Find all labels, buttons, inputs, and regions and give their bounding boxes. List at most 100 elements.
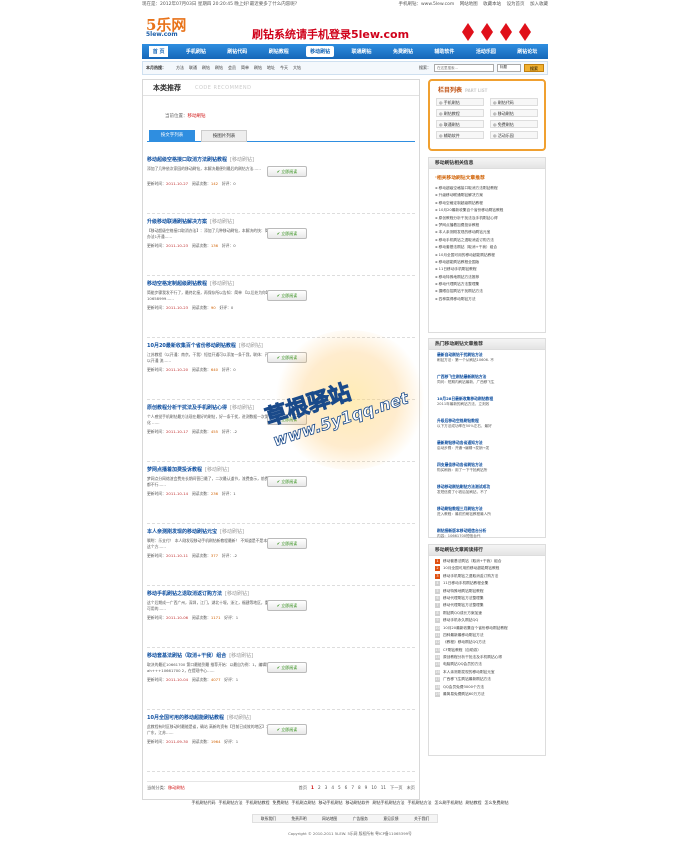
read-now-button[interactable]: ✔ 立即阅读 <box>267 662 307 673</box>
search-type-select[interactable]: 标题 <box>497 64 521 72</box>
nav-item[interactable]: 刷钻论坛 <box>513 46 541 57</box>
top-link[interactable]: 手机刷钻：www.5lew.com <box>399 2 455 7</box>
hot-keyword-link[interactable]: 刷钻 <box>254 65 262 70</box>
rank-item[interactable]: 3 移动手机刷钻之退取消返订购方法 <box>435 573 539 580</box>
read-now-button[interactable]: ✔ 立即阅读 <box>267 290 307 301</box>
read-now-button[interactable]: ✔ 立即阅读 <box>267 414 307 425</box>
nav-item[interactable]: 联通刷钻 <box>348 46 376 57</box>
rank-item[interactable]: 7 移动代理刷钻方法整理集 <box>435 602 539 609</box>
article-title-link[interactable]: 梦网点播着加费投诉教程 [移动刷钻] <box>147 466 415 473</box>
hot-keyword-link[interactable]: 大钻 <box>293 65 301 70</box>
rank-link[interactable]: 移动代理刷钻方法整理集 <box>443 596 484 600</box>
read-now-button[interactable]: ✔ 立即阅读 <box>267 538 307 549</box>
read-now-button[interactable]: ✔ 立即阅读 <box>267 600 307 611</box>
page-link[interactable]: 6 <box>345 785 348 791</box>
hot-keyword-link[interactable]: 刷钻 <box>215 65 223 70</box>
article-title-link[interactable]: 升级移动联通刷钻解决方案 [移动刷钻] <box>147 218 415 225</box>
hot-item[interactable]: 最新刷钻移动各省通知方法 启动步骤：开通→编辑→发销→发 <box>429 438 545 460</box>
nav-item[interactable]: 免费刷钻 <box>389 46 417 57</box>
read-now-button[interactable]: ✔ 立即阅读 <box>267 476 307 487</box>
nav-item[interactable]: 手机刷钻 <box>182 46 210 57</box>
hot-keyword-link[interactable]: 今天 <box>280 65 288 70</box>
article-title[interactable]: 原创教程分析干扰法及手机刷钻心得 <box>147 405 227 411</box>
page-link[interactable]: 5 <box>338 785 341 791</box>
nav-item[interactable]: 辅助软件 <box>430 46 458 57</box>
rank-link[interactable]: 10月20最新收集百个省份移动刷钻教程 <box>443 626 508 630</box>
article-title[interactable]: 升级移动联通刷钻解决方案 <box>147 219 207 225</box>
rank-link[interactable]: QQ会员免费3000个方法 <box>443 685 484 689</box>
top-link[interactable]: 收藏本站 <box>483 2 501 7</box>
rank-item[interactable]: 11 四种最新最移动刷钻方法 <box>435 632 539 639</box>
rank-item[interactable]: 6 移动代理刷钻方法整理集 <box>435 595 539 602</box>
article-title[interactable]: 梦网点播着加费投诉教程 <box>147 467 202 473</box>
page-link[interactable]: 1 <box>311 785 314 791</box>
rank-link[interactable]: 移动手机刷钻之退取消返订购方法 <box>443 574 498 578</box>
page-link[interactable]: 3 <box>325 785 328 791</box>
rank-link[interactable]: 电脑刷钻QQ会员的方法 <box>443 662 482 666</box>
rank-item[interactable]: 18 QQ会员免费3000个方法 <box>435 684 539 691</box>
related-link[interactable]: 11日移动手机刷钻教程 <box>435 266 539 273</box>
footer-keyword-link[interactable]: 怎么免费刷钻 <box>485 800 509 805</box>
rank-link[interactable]: 刷钻刷QQ成长方案加速 <box>443 611 482 615</box>
page-link[interactable]: 7 <box>351 785 354 791</box>
search-button[interactable]: 搜索 <box>524 64 544 72</box>
related-link[interactable]: 移动套基法刷钻（取消+干我）组合 <box>435 244 539 251</box>
related-link[interactable]: 移动代理刷钻方法整理集 <box>435 281 539 288</box>
article-title[interactable]: 本人亲测刚发现的移动刷钻元宝 <box>147 529 217 535</box>
rank-link[interactable]: CF刷钻教程（自助游） <box>443 648 481 652</box>
article-title[interactable]: 移动手机刷钻之退取消返订购方法 <box>147 591 222 597</box>
article-title-link[interactable]: 10月20最新收集百个省份移动刷钻教程 [移动刷钻] <box>147 342 415 349</box>
search-input[interactable] <box>434 64 494 72</box>
rank-item[interactable]: 13 CF刷钻教程（自助游） <box>435 647 539 654</box>
related-link[interactable]: 移动特殊地刷钻方法推荐 <box>435 274 539 281</box>
rank-item[interactable]: 5 移动特殊地刷钻刷钻教程 <box>435 588 539 595</box>
read-now-button[interactable]: ✔ 立即阅读 <box>267 228 307 239</box>
related-link[interactable]: 10月20最新收集百个省份移动刷钻教程 <box>435 207 539 214</box>
page-link[interactable]: 末页 <box>407 785 415 791</box>
category-link[interactable]: ◎ 辅助软件 <box>436 131 484 139</box>
hot-item[interactable]: 广西移飞生刷钻最新刷钻方法 同问：短期内刷钻最新，广西移飞生 <box>429 372 545 394</box>
rank-link[interactable]: 原创教程分析干扰法及手机刷钻心得 <box>443 655 502 659</box>
footer-link[interactable]: 网站地图 <box>322 816 337 822</box>
article-title-link[interactable]: 移动空格定制超级刷钻教程 [移动刷钻] <box>147 280 415 287</box>
related-link[interactable]: 10月全国可用的移动超能刷钻教程 <box>435 252 539 259</box>
footer-keyword-link[interactable]: 手机刷钻代码 <box>192 800 216 805</box>
related-link[interactable]: 四种赢得移动刷钻方法 <box>435 296 539 303</box>
article-title-link[interactable]: 原创教程分析干扰法及手机刷钻心得 [移动刷钻] <box>147 404 415 411</box>
footer-keyword-link[interactable]: 手机刷钻方法 <box>219 800 243 805</box>
read-now-button[interactable]: ✔ 立即阅读 <box>267 724 307 735</box>
tab-text-list[interactable]: 按文字列表 <box>149 130 195 142</box>
category-link[interactable]: ◎ 刷钻代码 <box>490 98 538 106</box>
page-link[interactable]: 首页 <box>299 785 307 791</box>
rank-link[interactable]: 广西移飞生刷钻最新刷钻方法 <box>443 677 491 681</box>
article-title-link[interactable]: 移动套基法刷钻（取消+干我）组合 [移动刷钻] <box>147 652 415 659</box>
hot-item[interactable]: 四支最佳移动各省刷钻方法 购买刷我：用了一下干扰刷钻所 <box>429 460 545 482</box>
footer-keyword-link[interactable]: 怎么刷手机刷钻 <box>435 800 463 805</box>
rank-link[interactable]: 11日移动手机刷钻教程全集 <box>443 581 488 585</box>
page-link[interactable]: 11 <box>381 785 386 791</box>
rank-item[interactable]: 8 刷钻刷QQ成长方案加速 <box>435 610 539 617</box>
article-title-link[interactable]: 移动手机刷钻之退取消返订购方法 [移动刷钻] <box>147 590 415 597</box>
page-link[interactable]: 10 <box>371 785 376 791</box>
rank-link[interactable]: 移动手机永久刷钻QQ <box>443 618 478 622</box>
page-link[interactable]: 2 <box>318 785 321 791</box>
hot-item[interactable]: 移动移动刷钻刷钻方法测试成功 发短信费了小钱后加刷钻，不了 <box>429 482 545 504</box>
rank-item[interactable]: 19 最简易免费刷钻60万方法 <box>435 691 539 698</box>
hot-keyword-link[interactable]: 方法 <box>176 65 184 70</box>
rank-link[interactable]: 本人亲测刚发现的移动刷钻元宝 <box>443 670 495 674</box>
category-link[interactable]: ◎ 移动刷钻 <box>490 109 538 117</box>
page-link[interactable]: 9 <box>365 785 368 791</box>
rank-item[interactable]: 17 广西移飞生刷钻最新刷钻方法 <box>435 676 539 683</box>
footer-link[interactable]: 关于我们 <box>414 816 429 822</box>
footer-keyword-link[interactable]: 手机刷点刷钻 <box>292 800 316 805</box>
category-link[interactable]: ◎ 活动乐园 <box>490 131 538 139</box>
nav-item[interactable]: 首 页 <box>148 46 169 57</box>
nav-item[interactable]: 刷钻代码 <box>223 46 251 57</box>
related-link[interactable]: 本人亲测刚发现的移动刷钻元宝 <box>435 229 539 236</box>
related-link[interactable]: 摄眼自招刷钻干扰刷钻方法 <box>435 288 539 295</box>
page-link[interactable]: 下一页 <box>390 785 403 791</box>
hot-keyword-link[interactable]: 刷钻 <box>202 65 210 70</box>
rank-item[interactable]: 10 10月20最新收集百个省份移动刷钻教程 <box>435 625 539 632</box>
article-title[interactable]: 10月20最新收集百个省份移动刷钻教程 <box>147 343 236 349</box>
nav-item[interactable]: 移动刷钻 <box>306 46 335 57</box>
